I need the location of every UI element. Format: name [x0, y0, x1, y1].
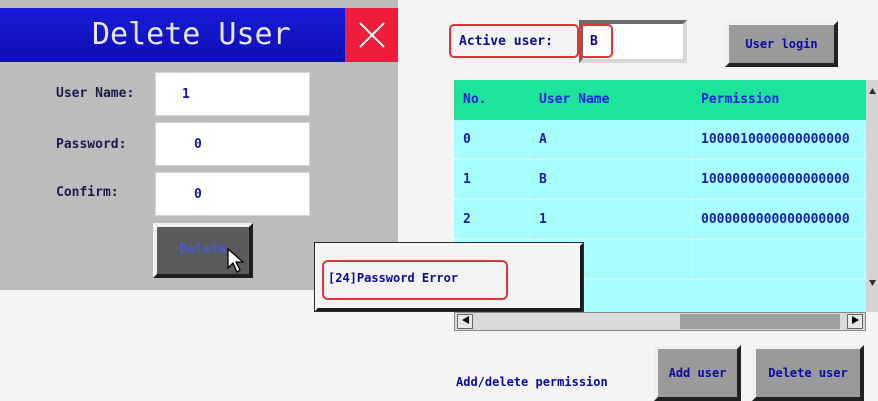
table-cell[interactable]: 1: [530, 200, 692, 240]
column-header-no: No.: [454, 80, 530, 120]
dialog-title: Delete User: [0, 8, 345, 62]
table-cell[interactable]: 1: [454, 160, 530, 200]
permission-label: Add/delete permission: [456, 375, 608, 389]
arrow-down-icon: [869, 280, 876, 286]
close-icon: [358, 22, 385, 48]
username-field[interactable]: 1: [155, 72, 310, 116]
vertical-scrollbar[interactable]: [866, 80, 878, 312]
password-field[interactable]: 0: [155, 122, 310, 166]
error-message: [24]Password Error: [328, 271, 459, 285]
table-cell[interactable]: 0: [454, 120, 530, 160]
table-cell[interactable]: A: [530, 120, 692, 160]
table-cell[interactable]: 2: [454, 200, 530, 240]
scrollbar-thumb[interactable]: [680, 314, 840, 329]
username-label: User Name:: [56, 86, 135, 101]
arrow-right-icon: [851, 316, 859, 324]
column-header-user-name: User Name: [530, 80, 692, 120]
table-cell[interactable]: 1000000000000000000: [692, 160, 866, 200]
table-cell[interactable]: B: [530, 160, 692, 200]
arrow-left-icon: [461, 316, 469, 324]
confirm-field[interactable]: 0: [155, 172, 310, 216]
delete-user-button[interactable]: Delete user: [752, 345, 864, 401]
table-cell[interactable]: 1000010000000000000: [692, 120, 866, 160]
active-user-label: Active user:: [449, 24, 579, 58]
active-user-value: B: [579, 24, 613, 58]
password-label: Password:: [56, 137, 127, 152]
scroll-left-button[interactable]: [457, 314, 473, 329]
add-user-button[interactable]: Add user: [654, 345, 741, 401]
close-button[interactable]: [345, 8, 398, 62]
table-cell-empty[interactable]: [692, 240, 866, 280]
scroll-right-button[interactable]: [847, 314, 863, 329]
arrow-up-icon: [869, 88, 876, 94]
mouse-pointer-icon: [227, 248, 245, 273]
confirm-label: Confirm:: [56, 185, 119, 200]
table-cell[interactable]: 0000000000000000000: [692, 200, 866, 240]
user-login-button[interactable]: User login: [725, 21, 838, 67]
column-header-permission: Permission: [692, 80, 866, 120]
